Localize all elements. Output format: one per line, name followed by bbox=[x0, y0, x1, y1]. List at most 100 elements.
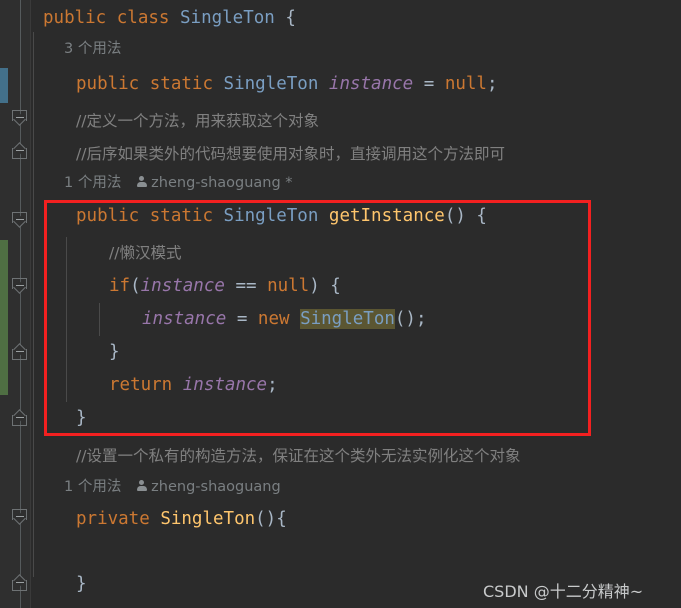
person-icon bbox=[135, 175, 148, 189]
line-field-decl-token-0: public bbox=[76, 74, 140, 94]
code-editor-screenshot: public class SingleTon {public static Si… bbox=[0, 0, 681, 608]
line-getinstance-signature-token-5 bbox=[318, 206, 329, 226]
change-bar-added[interactable] bbox=[0, 240, 8, 395]
line-getinstance-signature-token-6: getInstance bbox=[328, 206, 445, 226]
fold-marker-dash bbox=[15, 581, 24, 583]
line-class-decl[interactable]: public class SingleTon { bbox=[43, 2, 296, 34]
fold-marker-3[interactable] bbox=[12, 212, 29, 229]
line-field-decl-token-8: null bbox=[444, 74, 487, 94]
editor-gutter[interactable] bbox=[0, 0, 31, 608]
indent-guide bbox=[99, 303, 100, 336]
line-field-decl-token-5 bbox=[318, 74, 329, 94]
line-class-decl-token-3 bbox=[169, 8, 180, 28]
line-comment-private-ctor[interactable]: //设置一个私有的构造方法，保证在这个类外无法实例化这个对象 bbox=[76, 440, 520, 472]
line-return-instance[interactable]: return instance; bbox=[109, 369, 278, 401]
hint-ctor-usages-usages-label[interactable]: 1 个用法 bbox=[64, 479, 121, 495]
fold-marker-2[interactable] bbox=[12, 142, 29, 160]
line-return-instance-token-1 bbox=[172, 375, 183, 395]
fold-marker-dash bbox=[15, 116, 24, 118]
line-field-decl[interactable]: public static SingleTon instance = null; bbox=[76, 68, 498, 100]
line-close-if-token-0: } bbox=[109, 342, 120, 362]
line-class-decl-token-0: public bbox=[43, 8, 107, 28]
line-if-null[interactable]: if(instance == null) { bbox=[109, 270, 341, 302]
hint-ctor-usages-spacer bbox=[121, 479, 135, 495]
hint-class-usages-usages-label[interactable]: 3 个用法 bbox=[64, 41, 121, 57]
line-class-decl-token-4: SingleTon bbox=[180, 8, 275, 28]
line-ctor-token-1 bbox=[150, 509, 161, 529]
line-comment-private-ctor-token-0: //设置一个私有的构造方法，保证在这个类外无法实例化这个对象 bbox=[76, 447, 521, 465]
line-new-instance[interactable]: instance = new SingleTon(); bbox=[142, 303, 427, 335]
line-class-decl-token-5: { bbox=[274, 8, 296, 28]
line-new-instance-token-2: new bbox=[257, 309, 290, 329]
line-ctor-token-3: (){ bbox=[255, 509, 287, 529]
fold-marker-dash bbox=[15, 218, 24, 220]
line-close-getinstance-token-0: } bbox=[76, 408, 87, 428]
line-close-if[interactable]: } bbox=[109, 336, 120, 368]
hint-getinstance-usages-usages-label[interactable]: 1 个用法 bbox=[64, 175, 121, 191]
fold-marker-7[interactable] bbox=[12, 509, 29, 526]
line-new-instance-token-1: = bbox=[226, 309, 258, 329]
line-field-decl-token-9: ; bbox=[486, 74, 498, 94]
line-comment-later[interactable]: //后序如果类外的代码想要使用对象时，直接调用这个方法即可 bbox=[76, 138, 505, 170]
line-new-instance-token-4: SingleTon bbox=[300, 309, 395, 329]
fold-marker-6[interactable] bbox=[12, 409, 29, 427]
hint-getinstance-usages-spacer bbox=[121, 175, 135, 191]
hint-ctor-usages[interactable]: 1 个用法 zheng-shaoguang bbox=[64, 474, 281, 500]
line-if-null-token-3: == bbox=[224, 276, 268, 296]
hint-getinstance-usages-author-label[interactable]: zheng-shaoguang * bbox=[151, 175, 292, 191]
line-if-null-token-4: null bbox=[267, 276, 310, 296]
line-getinstance-signature-token-4: SingleTon bbox=[223, 206, 319, 226]
line-new-instance-token-0: instance bbox=[142, 309, 227, 329]
line-field-decl-token-3 bbox=[213, 74, 224, 94]
line-getinstance-signature[interactable]: public static SingleTon getInstance() { bbox=[76, 200, 487, 232]
line-getinstance-signature-token-3 bbox=[213, 206, 224, 226]
line-field-decl-token-6: instance bbox=[328, 74, 414, 94]
line-field-decl-token-4: SingleTon bbox=[223, 74, 319, 94]
line-getinstance-signature-token-0: public bbox=[76, 206, 140, 226]
line-comment-lazy[interactable]: //懒汉模式 bbox=[109, 237, 181, 269]
fold-marker-5[interactable] bbox=[12, 343, 29, 361]
line-comment-define-token-0: //定义一个方法，用来获取这个对象 bbox=[76, 112, 319, 130]
code-text-area[interactable]: public class SingleTon {public static Si… bbox=[31, 0, 681, 608]
line-ctor-token-0: private bbox=[76, 509, 150, 529]
fold-marker-4[interactable] bbox=[12, 278, 29, 295]
hint-getinstance-usages[interactable]: 1 个用法 zheng-shaoguang * bbox=[64, 170, 293, 196]
line-field-decl-token-7: = bbox=[413, 74, 445, 94]
line-new-instance-token-3 bbox=[290, 309, 301, 329]
line-class-decl-token-1 bbox=[106, 8, 117, 28]
line-close-ctor-token-0: } bbox=[76, 574, 87, 594]
line-getinstance-signature-token-7: () { bbox=[444, 206, 487, 226]
line-getinstance-signature-token-1 bbox=[139, 206, 150, 226]
fold-marker-1[interactable] bbox=[12, 110, 29, 127]
person-icon bbox=[135, 479, 148, 493]
line-if-null-token-1: ( bbox=[130, 276, 141, 296]
line-comment-later-token-0: //后序如果类外的代码想要使用对象时，直接调用这个方法即可 bbox=[76, 145, 505, 163]
hint-class-usages[interactable]: 3 个用法 bbox=[64, 36, 121, 62]
line-class-decl-token-2: class bbox=[116, 8, 170, 28]
line-comment-lazy-token-0: //懒汉模式 bbox=[109, 244, 182, 262]
fold-marker-dash bbox=[15, 350, 24, 352]
hint-ctor-usages-author-label[interactable]: zheng-shaoguang bbox=[151, 479, 281, 495]
indent-guide bbox=[33, 32, 34, 577]
line-return-instance-token-2: instance bbox=[182, 375, 268, 395]
fold-marker-dash bbox=[15, 515, 24, 517]
line-ctor[interactable]: private SingleTon(){ bbox=[76, 503, 287, 535]
fold-marker-dash bbox=[15, 416, 24, 418]
change-bar-modified[interactable] bbox=[0, 68, 8, 103]
line-close-ctor[interactable]: } bbox=[76, 568, 87, 600]
line-if-null-token-5: ) { bbox=[309, 276, 341, 296]
line-if-null-token-0: if bbox=[109, 276, 131, 296]
line-new-instance-token-5: (); bbox=[394, 309, 427, 329]
line-field-decl-token-1 bbox=[139, 74, 150, 94]
fold-marker-8[interactable] bbox=[12, 574, 29, 592]
line-ctor-token-2: SingleTon bbox=[160, 509, 256, 529]
line-return-instance-token-0: return bbox=[109, 375, 173, 395]
line-field-decl-token-2: static bbox=[149, 74, 213, 94]
fold-marker-dash bbox=[15, 284, 24, 286]
csdn-watermark: CSDN @十二分精神~ bbox=[483, 582, 644, 601]
line-return-instance-token-3: ; bbox=[267, 375, 278, 395]
line-getinstance-signature-token-2: static bbox=[149, 206, 213, 226]
line-close-getinstance[interactable]: } bbox=[76, 402, 87, 434]
line-comment-define[interactable]: //定义一个方法，用来获取这个对象 bbox=[76, 105, 319, 137]
indent-guide bbox=[66, 237, 67, 402]
